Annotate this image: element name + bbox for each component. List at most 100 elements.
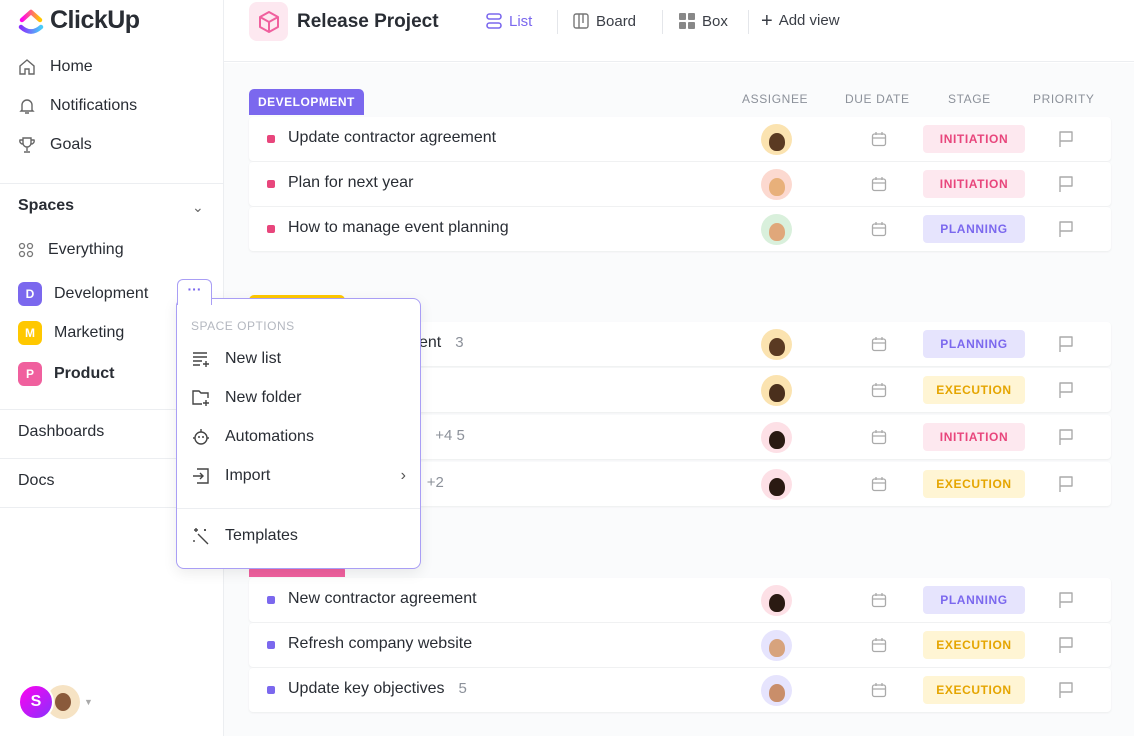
table-row[interactable]: Update key objectives 5 EXECUTION [249,668,1111,712]
stage-badge[interactable]: PLANNING [923,215,1025,243]
task-name[interactable]: Update key objectives 5 [288,680,467,698]
assignee-avatar[interactable] [761,469,792,500]
status-bullet[interactable] [267,225,275,233]
assignee-avatar[interactable] [761,169,792,200]
flag-icon[interactable] [1057,636,1075,654]
task-meta: +2 [426,474,444,491]
menu-label: Import [225,467,271,484]
tab-list[interactable]: List [485,12,532,30]
robot-icon [193,429,209,445]
flag-icon[interactable] [1057,335,1075,353]
nav-docs[interactable]: Docs [18,472,54,490]
assignee-avatar[interactable] [761,630,792,661]
tab-board[interactable]: Board [572,12,636,30]
space-development[interactable]: D Development [18,282,148,306]
assignee-avatar[interactable] [761,422,792,453]
space-avatar: P [18,362,42,386]
table-row[interactable]: Update contractor agreement INITIATION [249,117,1111,161]
calendar-icon[interactable] [871,637,887,653]
assignee-avatar[interactable] [761,375,792,406]
calendar-icon[interactable] [871,336,887,352]
menu-import[interactable]: Import › [191,466,406,486]
column-assignee: ASSIGNEE [742,92,809,106]
menu-automations[interactable]: Automations [191,427,406,447]
menu-header: SPACE OPTIONS [191,319,295,333]
status-bullet[interactable] [267,641,275,649]
calendar-icon[interactable] [871,476,887,492]
status-bullet[interactable] [267,686,275,694]
flag-icon[interactable] [1057,381,1075,399]
flag-icon[interactable] [1057,220,1075,238]
assignee-avatar[interactable] [761,329,792,360]
menu-templates[interactable]: Templates [191,526,406,546]
divider [0,183,223,184]
stage-badge[interactable]: EXECUTION [923,470,1025,498]
menu-new-list[interactable]: New list [191,349,406,369]
status-bullet[interactable] [267,135,275,143]
task-name[interactable]: ent 3 [419,334,464,352]
task-name[interactable]: Plan for next year [288,174,413,192]
task-name[interactable]: How to manage event planning [288,219,509,237]
space-everything[interactable]: Everything [18,241,124,259]
nav-dashboards[interactable]: Dashboards [18,423,104,441]
column-due-date: DUE DATE [845,92,910,106]
flag-icon[interactable] [1057,175,1075,193]
user-menu[interactable]: S ▼ [18,684,93,720]
stage-badge[interactable]: INITIATION [923,125,1025,153]
table-row[interactable]: New contractor agreement PLANNING [249,578,1111,622]
menu-new-folder[interactable]: New folder [191,388,406,408]
nav-goals[interactable]: Goals [18,136,92,154]
table-row[interactable]: Plan for next year INITIATION [249,162,1111,206]
stage-badge[interactable]: EXECUTION [923,631,1025,659]
table-row[interactable]: How to manage event planning PLANNING [249,207,1111,251]
space-options-button[interactable]: ··· [177,279,212,305]
task-name[interactable]: Update contractor agreement [288,129,496,147]
chevron-down-icon[interactable]: ⌄ [192,199,204,216]
space-marketing[interactable]: M Marketing [18,321,124,345]
flag-icon[interactable] [1057,428,1075,446]
calendar-icon[interactable] [871,682,887,698]
task-name[interactable]: Refresh company website [288,635,472,653]
user-avatar: S [18,684,54,720]
group-header[interactable]: DEVELOPMENT [249,89,364,115]
stage-badge[interactable]: INITIATION [923,423,1025,451]
assignee-avatar[interactable] [761,124,792,155]
flag-icon[interactable] [1057,130,1075,148]
task-name[interactable]: New contractor agreement [288,590,477,608]
tab-box[interactable]: Box [678,12,728,30]
add-view-button[interactable]: + Add view [761,9,840,32]
bell-icon [19,99,35,114]
menu-label: Automations [225,428,314,445]
assignee-avatar[interactable] [761,214,792,245]
stage-badge[interactable]: PLANNING [923,586,1025,614]
calendar-icon[interactable] [871,429,887,445]
plus-icon: + [761,9,773,32]
menu-label: New list [225,350,282,367]
status-bullet[interactable] [267,596,275,604]
task-meta: +4 5 [435,427,465,444]
nav-label: Home [50,58,93,75]
stage-badge[interactable]: EXECUTION [923,676,1025,704]
assignee-avatar[interactable] [761,585,792,616]
calendar-icon[interactable] [871,592,887,608]
nav-notifications[interactable]: Notifications [18,97,137,115]
import-icon [193,468,209,484]
stage-badge[interactable]: PLANNING [923,330,1025,358]
flag-icon[interactable] [1057,681,1075,699]
space-product[interactable]: P Product [18,362,114,386]
space-avatar: M [18,321,42,345]
status-bullet[interactable] [267,180,275,188]
calendar-icon[interactable] [871,221,887,237]
assignee-avatar[interactable] [761,675,792,706]
calendar-icon[interactable] [871,131,887,147]
flag-icon[interactable] [1057,591,1075,609]
space-label: Product [54,365,115,382]
clickup-logo[interactable]: ClickUp [18,6,140,35]
stage-badge[interactable]: INITIATION [923,170,1025,198]
nav-home[interactable]: Home [18,58,93,76]
table-row[interactable]: Refresh company website EXECUTION [249,623,1111,667]
calendar-icon[interactable] [871,176,887,192]
stage-badge[interactable]: EXECUTION [923,376,1025,404]
flag-icon[interactable] [1057,475,1075,493]
calendar-icon[interactable] [871,382,887,398]
